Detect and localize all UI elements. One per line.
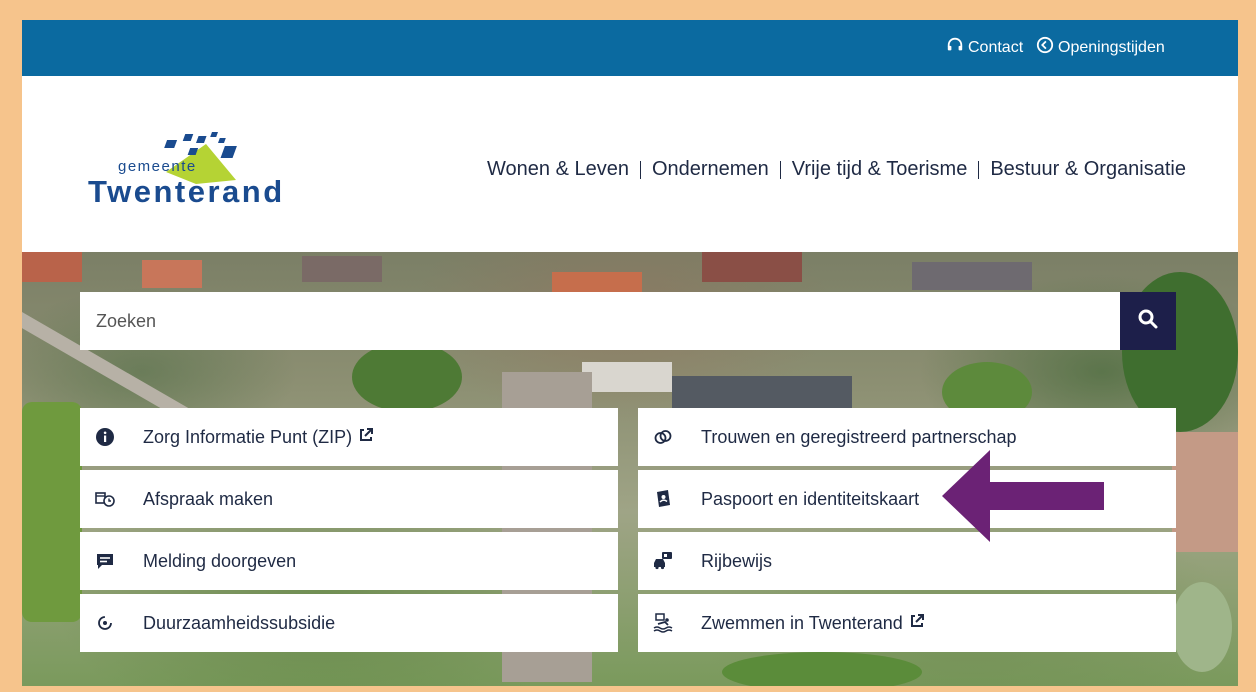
- road-decor: [1172, 432, 1238, 552]
- nav-item-ondernemen[interactable]: Ondernemen: [652, 158, 769, 181]
- info-icon: [94, 426, 116, 448]
- roof-decor: [672, 376, 852, 410]
- nav-divider: [779, 160, 781, 179]
- tile-afspraak-maken[interactable]: Afspraak maken: [80, 470, 618, 528]
- nav-divider: [978, 160, 980, 179]
- tile-label: Zorg Informatie Punt (ZIP): [143, 427, 374, 448]
- search-button[interactable]: [1120, 292, 1176, 350]
- roof-decor: [582, 362, 672, 392]
- nav-item-bestuur[interactable]: Bestuur & Organisatie: [990, 158, 1186, 181]
- recycle-icon: [94, 612, 116, 634]
- nav-item-vrije-tijd[interactable]: Vrije tijd & Toerisme: [792, 158, 968, 181]
- external-link-icon: [909, 613, 925, 634]
- tree-decor: [352, 342, 462, 412]
- main-navigation: Wonen & Leven Ondernemen Vrije tijd & To…: [487, 158, 1186, 181]
- message-icon: [94, 550, 116, 572]
- headset-icon: [946, 36, 964, 59]
- logo-line2: Twenterand: [88, 174, 285, 209]
- clock-icon: [1036, 36, 1054, 59]
- tree-decor: [22, 402, 82, 622]
- tile-label: Rijbewijs: [701, 550, 773, 571]
- external-link-icon: [358, 427, 374, 448]
- tile-zwemmen[interactable]: Zwemmen in Twenterand: [638, 594, 1176, 652]
- tile-zorg-informatie-punt[interactable]: Zorg Informatie Punt (ZIP): [80, 408, 618, 466]
- tile-label: Trouwen en geregistreerd partnerschap: [701, 426, 1017, 447]
- roof-decor: [912, 262, 1032, 290]
- tree-decor: [722, 652, 922, 686]
- tile-label: Melding doorgeven: [143, 550, 297, 571]
- search-input[interactable]: [80, 292, 1120, 350]
- top-bar: Contact Openingstijden: [22, 20, 1238, 76]
- swim-icon: [652, 612, 674, 634]
- rings-icon: [652, 426, 674, 448]
- tile-label: Zwemmen in Twenterand: [701, 613, 925, 634]
- tile-label: Afspraak maken: [143, 488, 274, 509]
- passport-icon: [652, 488, 674, 510]
- search-icon: [1137, 308, 1159, 335]
- nav-item-wonen-leven[interactable]: Wonen & Leven: [487, 158, 629, 181]
- calendar-clock-icon: [94, 488, 116, 510]
- roof-decor: [702, 252, 802, 282]
- tile-zip-label: Zorg Informatie Punt (ZIP): [143, 426, 353, 447]
- municipality-logo[interactable]: gemeente Twenterand: [86, 132, 296, 212]
- contact-label: Contact: [968, 38, 1024, 56]
- search-bar: [80, 292, 1176, 350]
- opening-hours-link[interactable]: Openingstijden: [1036, 36, 1165, 59]
- tile-zwemmen-label: Zwemmen in Twenterand: [701, 612, 903, 633]
- tree-decor: [1172, 582, 1232, 672]
- roof-decor: [552, 272, 642, 292]
- tile-label: Duurzaamheidssubsidie: [143, 612, 336, 633]
- annotation-arrow-icon: [942, 450, 1104, 542]
- tile-melding-doorgeven[interactable]: Melding doorgeven: [80, 532, 618, 590]
- nav-divider: [639, 160, 641, 179]
- opening-hours-label: Openingstijden: [1058, 38, 1165, 56]
- tile-label: Paspoort en identiteitskaart: [701, 488, 920, 509]
- site-header: gemeente Twenterand Wonen & Leven Ondern…: [22, 76, 1238, 252]
- logo-line1: gemeente: [118, 158, 197, 175]
- car-icon: [652, 550, 674, 572]
- roof-decor: [22, 252, 82, 282]
- roof-decor: [302, 256, 382, 282]
- roof-decor: [142, 260, 202, 288]
- tile-duurzaamheidssubsidie[interactable]: Duurzaamheidssubsidie: [80, 594, 618, 652]
- page-frame: Contact Openingstijden gemeente Twentera…: [22, 20, 1238, 686]
- contact-link[interactable]: Contact: [946, 36, 1023, 59]
